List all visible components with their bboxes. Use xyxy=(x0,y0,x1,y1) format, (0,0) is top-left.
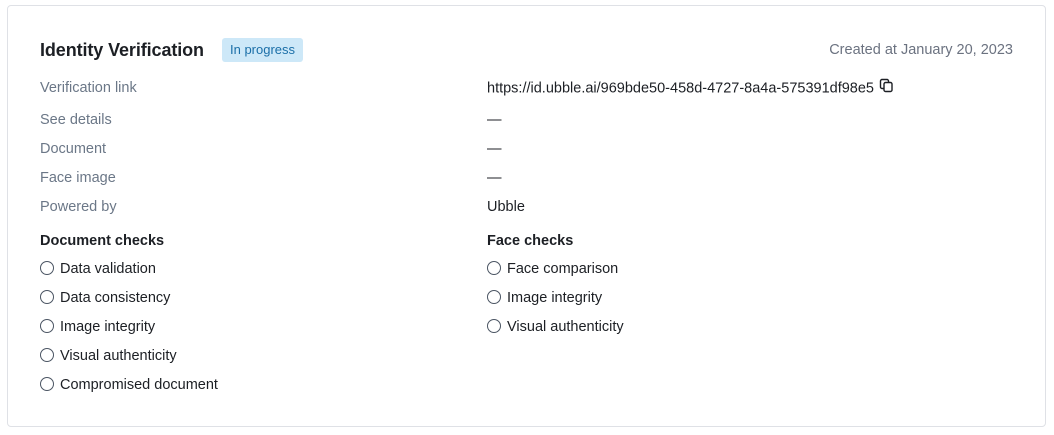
check-label: Visual authenticity xyxy=(60,348,177,364)
check-label: Visual authenticity xyxy=(507,319,624,335)
document-check-item: Data validation xyxy=(40,260,156,281)
radio-circle-icon xyxy=(487,289,501,304)
detail-row-powered-by: Powered by xyxy=(40,199,117,219)
radio-circle-icon xyxy=(487,318,501,333)
status-badge: In progress xyxy=(222,38,304,62)
detail-row-document: Document xyxy=(40,141,106,161)
face-check-item: Visual authenticity xyxy=(487,318,624,339)
document-check-item: Data consistency xyxy=(40,289,171,310)
radio-circle-icon xyxy=(40,318,54,333)
face-check-item: Image integrity xyxy=(487,289,603,310)
radio-circle-icon xyxy=(40,260,54,275)
check-label: Image integrity xyxy=(507,290,603,306)
radio-circle-icon xyxy=(40,347,54,362)
card-title: Identity Verification xyxy=(40,40,204,60)
face-image-value: — xyxy=(487,170,502,186)
detail-row-see-details: See details xyxy=(40,112,112,132)
document-checks-title: Document checks xyxy=(40,233,165,249)
detail-label: Powered by xyxy=(40,199,117,215)
document-check-item: Visual authenticity xyxy=(40,347,177,368)
verification-link[interactable]: https://id.ubble.ai/969bde50-458d-4727-8… xyxy=(487,80,874,96)
see-details-value: — xyxy=(487,112,502,128)
copy-icon[interactable] xyxy=(879,78,894,97)
check-label: Data consistency xyxy=(60,290,171,306)
check-label: Image integrity xyxy=(60,319,156,335)
radio-circle-icon xyxy=(40,376,54,391)
document-check-item: Image integrity xyxy=(40,318,156,339)
check-label: Data validation xyxy=(60,261,156,277)
powered-by-value: Ubble xyxy=(487,199,525,215)
face-check-item: Face comparison xyxy=(487,260,619,281)
card-header: Identity Verification In progress Create… xyxy=(40,38,1013,64)
document-value: — xyxy=(487,141,502,157)
detail-label: Document xyxy=(40,141,107,157)
detail-row-face-image: Face image xyxy=(40,170,116,190)
radio-circle-icon xyxy=(487,260,501,275)
face-checks-title: Face checks xyxy=(487,233,574,249)
check-label: Face comparison xyxy=(507,261,619,277)
verification-link-value: https://id.ubble.ai/969bde50-458d-4727-8… xyxy=(487,78,894,97)
detail-label: Verification link xyxy=(40,80,137,96)
created-date: Created at January 20, 2023 xyxy=(829,42,1013,58)
identity-verification-card: Identity Verification In progress Create… xyxy=(7,5,1046,427)
radio-circle-icon xyxy=(40,289,54,304)
check-label: Compromised document xyxy=(60,377,218,393)
detail-label: See details xyxy=(40,112,112,128)
detail-row-verification-link: Verification link xyxy=(40,80,137,100)
detail-label: Face image xyxy=(40,170,116,186)
document-check-item: Compromised document xyxy=(40,376,218,397)
